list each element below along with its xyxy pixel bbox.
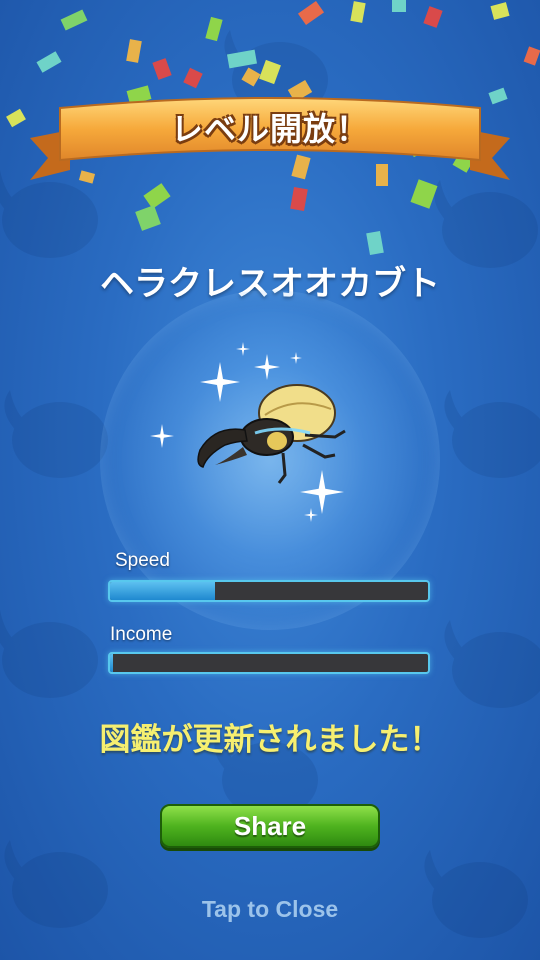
background-beetle-silhouette xyxy=(444,620,540,708)
confetti xyxy=(135,205,161,231)
income-label: Income xyxy=(110,624,173,645)
speed-label: Speed xyxy=(115,550,170,571)
confetti xyxy=(60,9,88,31)
confetti xyxy=(183,67,203,89)
income-bar-fill xyxy=(110,654,114,672)
background-beetle-silhouette xyxy=(4,840,108,928)
income-bar xyxy=(108,652,430,674)
sparkle-icon xyxy=(150,424,174,448)
sparkle-icon xyxy=(200,362,240,402)
confetti xyxy=(523,46,540,66)
background-beetle-silhouette xyxy=(0,610,98,698)
encyclopedia-updated-message: 図鑑が更新されました！ xyxy=(99,722,441,758)
confetti xyxy=(392,0,406,12)
confetti xyxy=(36,51,62,73)
speed-bar-fill xyxy=(110,582,215,600)
confetti xyxy=(290,186,308,212)
confetti xyxy=(126,39,142,63)
tap-to-close-hint[interactable]: Tap to Close xyxy=(0,896,540,923)
confetti xyxy=(423,6,443,28)
banner-title: レベル開放！ xyxy=(170,110,369,148)
share-button[interactable]: Share xyxy=(160,804,380,848)
confetti xyxy=(490,2,510,20)
confetti xyxy=(350,1,366,23)
confetti xyxy=(152,58,172,80)
speed-bar xyxy=(108,580,430,602)
background-beetle-silhouette xyxy=(444,390,540,478)
sparkle-icon xyxy=(304,508,318,522)
sparkle-icon xyxy=(236,342,250,356)
sparkle-icon xyxy=(254,354,280,380)
background-beetle-silhouette xyxy=(424,850,528,938)
confetti xyxy=(366,230,384,256)
sparkle-icon xyxy=(290,352,302,364)
